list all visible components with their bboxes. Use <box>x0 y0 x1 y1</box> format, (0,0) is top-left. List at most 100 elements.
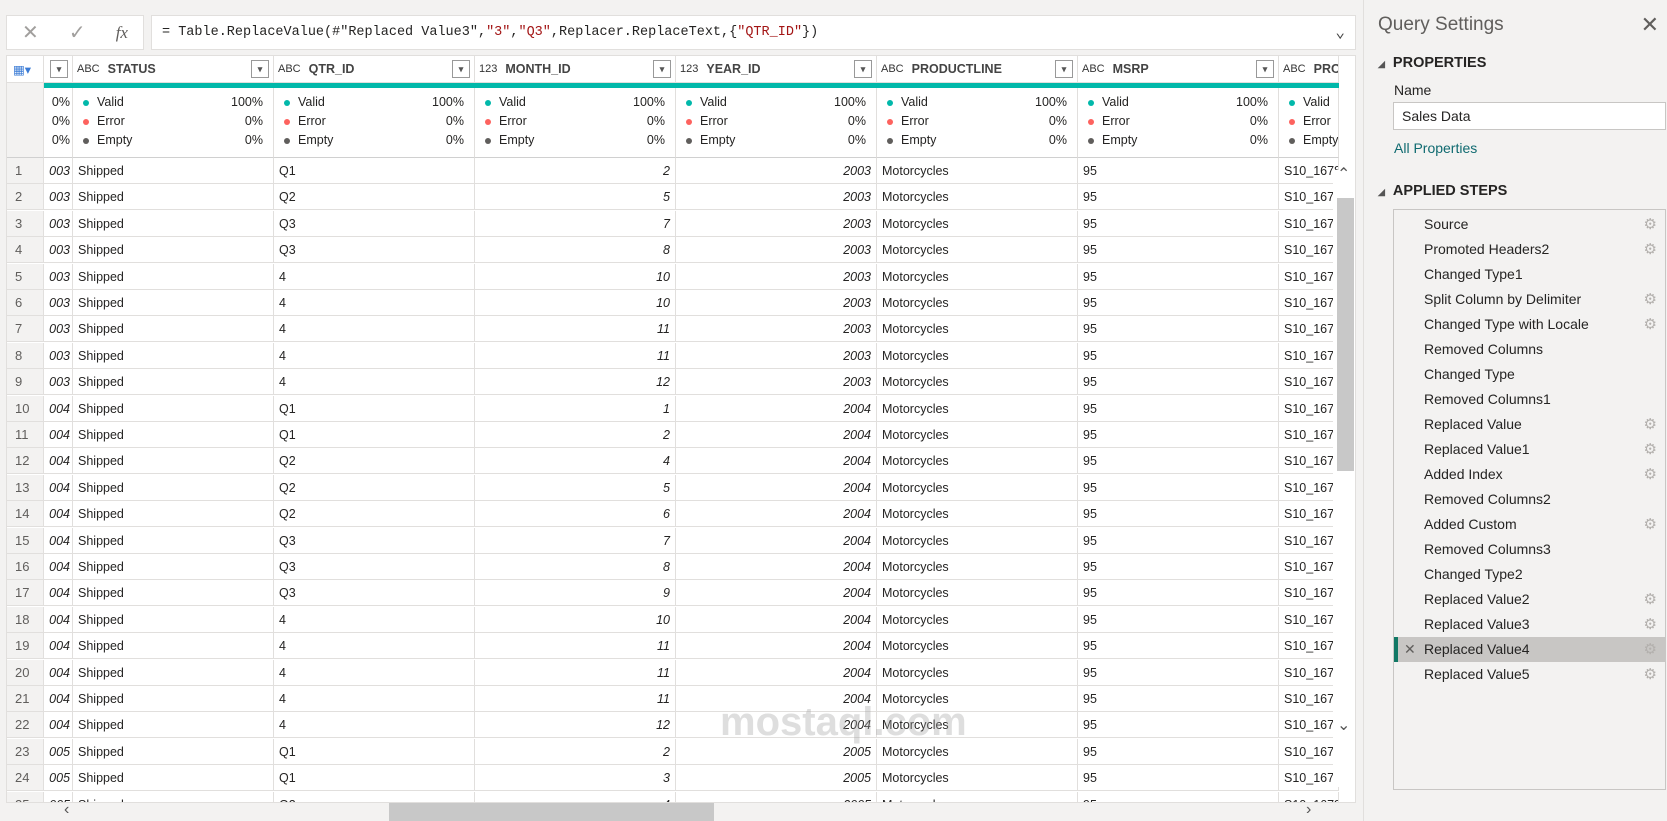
table-cell[interactable]: Motorcycles <box>877 791 1078 802</box>
table-cell[interactable]: 003 <box>44 369 73 396</box>
table-cell[interactable]: Q1 <box>274 395 475 422</box>
row-number[interactable]: 25 <box>7 791 44 802</box>
table-cell[interactable]: Shipped <box>73 369 274 396</box>
table-cell[interactable]: S10_1678 <box>1279 474 1339 501</box>
row-number[interactable]: 6 <box>7 290 44 316</box>
table-cell[interactable]: Motorcycles <box>877 422 1078 448</box>
table-cell[interactable]: Q3 <box>274 237 475 264</box>
table-cell[interactable]: 95 <box>1078 237 1279 264</box>
gear-icon[interactable]: ⚙ <box>1644 662 1657 687</box>
row-number[interactable]: 2 <box>7 184 44 211</box>
row-number[interactable]: 21 <box>7 686 44 712</box>
table-cell[interactable]: 2004 <box>676 606 877 633</box>
applied-step[interactable]: Changed Type2 <box>1394 562 1665 587</box>
table-cell[interactable]: 12 <box>475 712 676 739</box>
table-cell[interactable]: 2004 <box>676 633 877 660</box>
applied-step[interactable]: Replaced Value3 ⚙ <box>1394 612 1665 637</box>
scroll-right-icon[interactable]: › <box>1306 801 1311 819</box>
applied-step[interactable]: Removed Columns3 <box>1394 537 1665 562</box>
table-cell[interactable]: 2003 <box>676 263 877 290</box>
table-cell[interactable]: 2004 <box>676 659 877 686</box>
row-number[interactable]: 15 <box>7 527 44 554</box>
table-cell[interactable]: 003 <box>44 158 73 184</box>
table-cell[interactable]: Q2 <box>274 501 475 528</box>
cancel-icon[interactable]: ✕ <box>22 20 39 45</box>
fx-icon[interactable]: fx <box>116 23 128 43</box>
table-cell[interactable]: 004 <box>44 554 73 580</box>
table-cell[interactable]: Q2 <box>274 474 475 501</box>
table-cell[interactable]: 95 <box>1078 422 1279 448</box>
table-cell[interactable]: Motorcycles <box>877 554 1078 580</box>
table-cell[interactable]: 11 <box>475 633 676 660</box>
gear-icon[interactable]: ⚙ <box>1644 312 1657 337</box>
table-cell[interactable]: Q3 <box>274 210 475 237</box>
table-cell[interactable]: Shipped <box>73 712 274 739</box>
table-cell[interactable]: 2003 <box>676 290 877 316</box>
table-cell[interactable]: S10_1678 <box>1279 765 1339 792</box>
table-cell[interactable]: 8 <box>475 237 676 264</box>
table-cell[interactable]: 11 <box>475 686 676 712</box>
applied-step[interactable]: ✕ Replaced Value4 ⚙ <box>1394 637 1665 662</box>
table-cell[interactable]: 2 <box>475 158 676 184</box>
table-cell[interactable]: 4 <box>475 791 676 802</box>
scroll-down-icon[interactable]: ⌄ <box>1337 715 1350 735</box>
table-cell[interactable]: 2004 <box>676 448 877 475</box>
table-cell[interactable]: Shipped <box>73 474 274 501</box>
applied-step[interactable]: Added Custom ⚙ <box>1394 512 1665 537</box>
vertical-scrollbar[interactable]: ⌃ ⌄ <box>1333 166 1355 787</box>
table-cell[interactable]: S10_1678 <box>1279 580 1339 607</box>
table-cell[interactable]: 004 <box>44 395 73 422</box>
row-number[interactable]: 20 <box>7 659 44 686</box>
table-cell[interactable]: Shipped <box>73 290 274 316</box>
table-cell[interactable]: Shipped <box>73 554 274 580</box>
row-number[interactable]: 4 <box>7 237 44 264</box>
table-cell[interactable]: 11 <box>475 659 676 686</box>
table-cell[interactable]: Motorcycles <box>877 290 1078 316</box>
table-cell[interactable]: 4 <box>274 369 475 396</box>
table-cell[interactable]: 5 <box>475 184 676 211</box>
applied-step[interactable]: Replaced Value2 ⚙ <box>1394 587 1665 612</box>
text-type-icon[interactable]: ABC <box>1283 63 1306 75</box>
table-cell[interactable]: 10 <box>475 290 676 316</box>
table-cell[interactable]: 005 <box>44 765 73 792</box>
table-cell[interactable]: 2004 <box>676 422 877 448</box>
table-cell[interactable]: Motorcycles <box>877 765 1078 792</box>
table-cell[interactable]: Q3 <box>274 580 475 607</box>
table-cell[interactable]: Motorcycles <box>877 474 1078 501</box>
table-cell[interactable]: Shipped <box>73 738 274 765</box>
table-cell[interactable]: 2004 <box>676 474 877 501</box>
table-cell[interactable]: 4 <box>274 342 475 369</box>
table-cell[interactable]: 4 <box>274 686 475 712</box>
table-cell[interactable]: 004 <box>44 659 73 686</box>
gear-icon[interactable]: ⚙ <box>1644 412 1657 437</box>
table-cell[interactable]: 4 <box>274 290 475 316</box>
gear-icon[interactable]: ⚙ <box>1644 612 1657 637</box>
query-name-input[interactable]: Sales Data <box>1393 102 1666 130</box>
formula-input[interactable]: = Table.ReplaceValue(#"Replaced Value3",… <box>151 15 1356 50</box>
table-cell[interactable]: Motorcycles <box>877 633 1078 660</box>
table-cell[interactable]: 95 <box>1078 580 1279 607</box>
column-header-productline[interactable]: ABC PRODUCTLINE ▾ <box>877 56 1078 83</box>
table-cell[interactable]: Shipped <box>73 580 274 607</box>
table-cell[interactable]: 005 <box>44 738 73 765</box>
table-cell[interactable]: S10_1678 <box>1279 686 1339 712</box>
table-cell[interactable]: 2003 <box>676 158 877 184</box>
table-cell[interactable]: Shipped <box>73 765 274 792</box>
table-cell[interactable]: 95 <box>1078 342 1279 369</box>
text-type-icon[interactable]: ABC <box>278 63 301 75</box>
table-cell[interactable]: 11 <box>475 342 676 369</box>
filter-dropdown-icon[interactable]: ▾ <box>452 60 470 78</box>
row-number[interactable]: 3 <box>7 210 44 237</box>
table-cell[interactable]: Shipped <box>73 659 274 686</box>
column-header-status[interactable]: ABC STATUS ▾ <box>73 56 274 83</box>
table-cell[interactable]: 004 <box>44 633 73 660</box>
table-cell[interactable]: Shipped <box>73 501 274 528</box>
table-cell[interactable]: 4 <box>274 606 475 633</box>
horizontal-scroll-thumb[interactable] <box>389 803 714 821</box>
table-cell[interactable]: 4 <box>274 316 475 343</box>
column-header-qtr_id[interactable]: ABC QTR_ID ▾ <box>274 56 475 83</box>
row-number[interactable]: 12 <box>7 448 44 475</box>
table-cell[interactable]: 10 <box>475 606 676 633</box>
row-number[interactable]: 11 <box>7 422 44 448</box>
filter-dropdown-icon[interactable]: ▾ <box>1055 60 1073 78</box>
